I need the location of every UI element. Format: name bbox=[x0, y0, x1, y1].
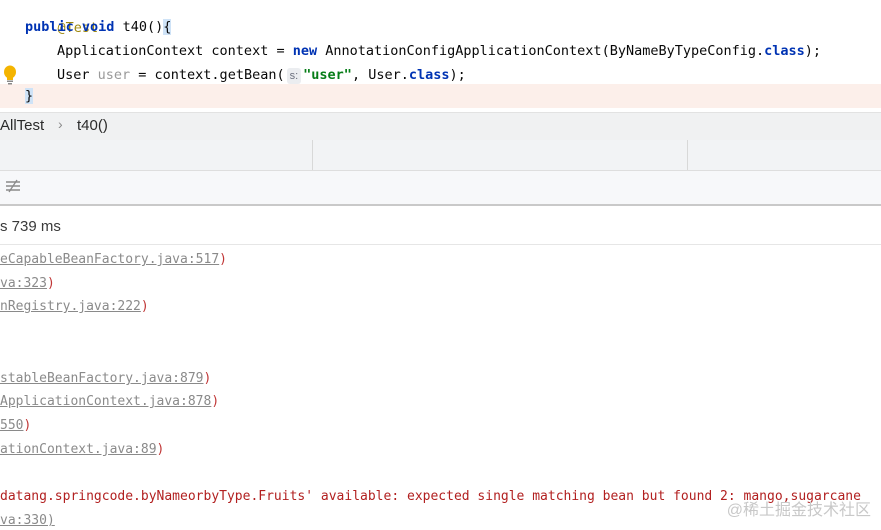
code-line-1[interactable]: @Test bbox=[25, 0, 99, 36]
lightbulb-icon[interactable] bbox=[2, 64, 18, 86]
console-line: 550) bbox=[0, 417, 31, 435]
console-text: ) bbox=[203, 371, 212, 386]
code-line-4[interactable]: User user = context.getBean(s: "user", Us… bbox=[57, 63, 466, 87]
parameter-hint: s: bbox=[286, 68, 302, 84]
method-signature: t40() bbox=[114, 19, 164, 35]
keyword-new: new bbox=[292, 43, 318, 59]
close-brace: } bbox=[25, 88, 34, 104]
stack-link[interactable]: stableBeanFactory.java:879 bbox=[0, 371, 204, 386]
stack-link[interactable]: va:323 bbox=[0, 276, 47, 291]
console-line: eCapableBeanFactory.java:517) bbox=[0, 251, 227, 269]
console-line: ationContext.java:89) bbox=[0, 441, 164, 459]
code-text: ); bbox=[449, 67, 466, 83]
keyword-class: class bbox=[764, 43, 805, 59]
column-divider[interactable] bbox=[312, 140, 313, 170]
console-text: ) bbox=[23, 418, 32, 433]
console-line: ApplicationContext.java:878) bbox=[0, 393, 219, 411]
stack-link[interactable]: 550 bbox=[0, 418, 23, 433]
code-line-2[interactable]: public void t40(){ bbox=[25, 15, 172, 39]
code-text: AnnotationConfigApplicationContext(ByNam… bbox=[317, 43, 765, 59]
code-text: ); bbox=[804, 43, 822, 59]
run-panel-header bbox=[0, 140, 881, 171]
test-duration: s 739 ms bbox=[0, 218, 61, 235]
keyword-public: public bbox=[25, 19, 74, 35]
code-text: , User. bbox=[351, 67, 409, 83]
open-brace: { bbox=[163, 19, 172, 35]
console-text: ) bbox=[211, 394, 220, 409]
column-divider[interactable] bbox=[687, 140, 688, 170]
code-text: User bbox=[57, 67, 98, 83]
code-line-3[interactable]: ApplicationContext context = new Annotat… bbox=[57, 39, 821, 63]
code-line-5[interactable]: } bbox=[25, 84, 34, 108]
variable-user: user bbox=[97, 67, 131, 83]
stack-link[interactable]: nRegistry.java:222 bbox=[0, 299, 141, 314]
stack-link[interactable]: ationContext.java:89 bbox=[0, 442, 157, 457]
console-text: ) bbox=[140, 299, 149, 314]
chevron-right-icon: › bbox=[58, 116, 63, 132]
test-duration-row: s 739 ms bbox=[0, 206, 881, 245]
keyword-void: void bbox=[81, 19, 115, 35]
console-line: va:323) bbox=[0, 275, 55, 293]
code-editor[interactable]: @Test public void t40(){ ApplicationCont… bbox=[0, 0, 881, 112]
console-text: ) bbox=[219, 252, 227, 267]
code-text: = context.getBean( bbox=[130, 67, 285, 83]
breadcrumb-class[interactable]: AllTest bbox=[0, 117, 44, 134]
console-line: nRegistry.java:222) bbox=[0, 298, 149, 316]
run-toolbar bbox=[0, 171, 881, 206]
string-literal: "user" bbox=[303, 67, 352, 83]
breadcrumb-method[interactable]: t40() bbox=[77, 117, 108, 134]
breadcrumb: AllTest › t40() bbox=[0, 112, 881, 141]
watermark: @稀土掘金技术社区 bbox=[726, 502, 871, 519]
console-text: ) bbox=[46, 276, 55, 291]
filter-icon[interactable] bbox=[5, 179, 21, 193]
console-line[interactable]: va:330) bbox=[0, 512, 55, 530]
keyword-class: class bbox=[408, 67, 450, 83]
console-line: stableBeanFactory.java:879) bbox=[0, 370, 211, 388]
stack-link[interactable]: ApplicationContext.java:878 bbox=[0, 394, 211, 409]
console-text: ) bbox=[156, 442, 165, 457]
code-text: ApplicationContext context = bbox=[57, 43, 293, 59]
stack-link[interactable]: eCapableBeanFactory.java:517 bbox=[0, 252, 219, 267]
current-line-highlight bbox=[0, 84, 881, 108]
